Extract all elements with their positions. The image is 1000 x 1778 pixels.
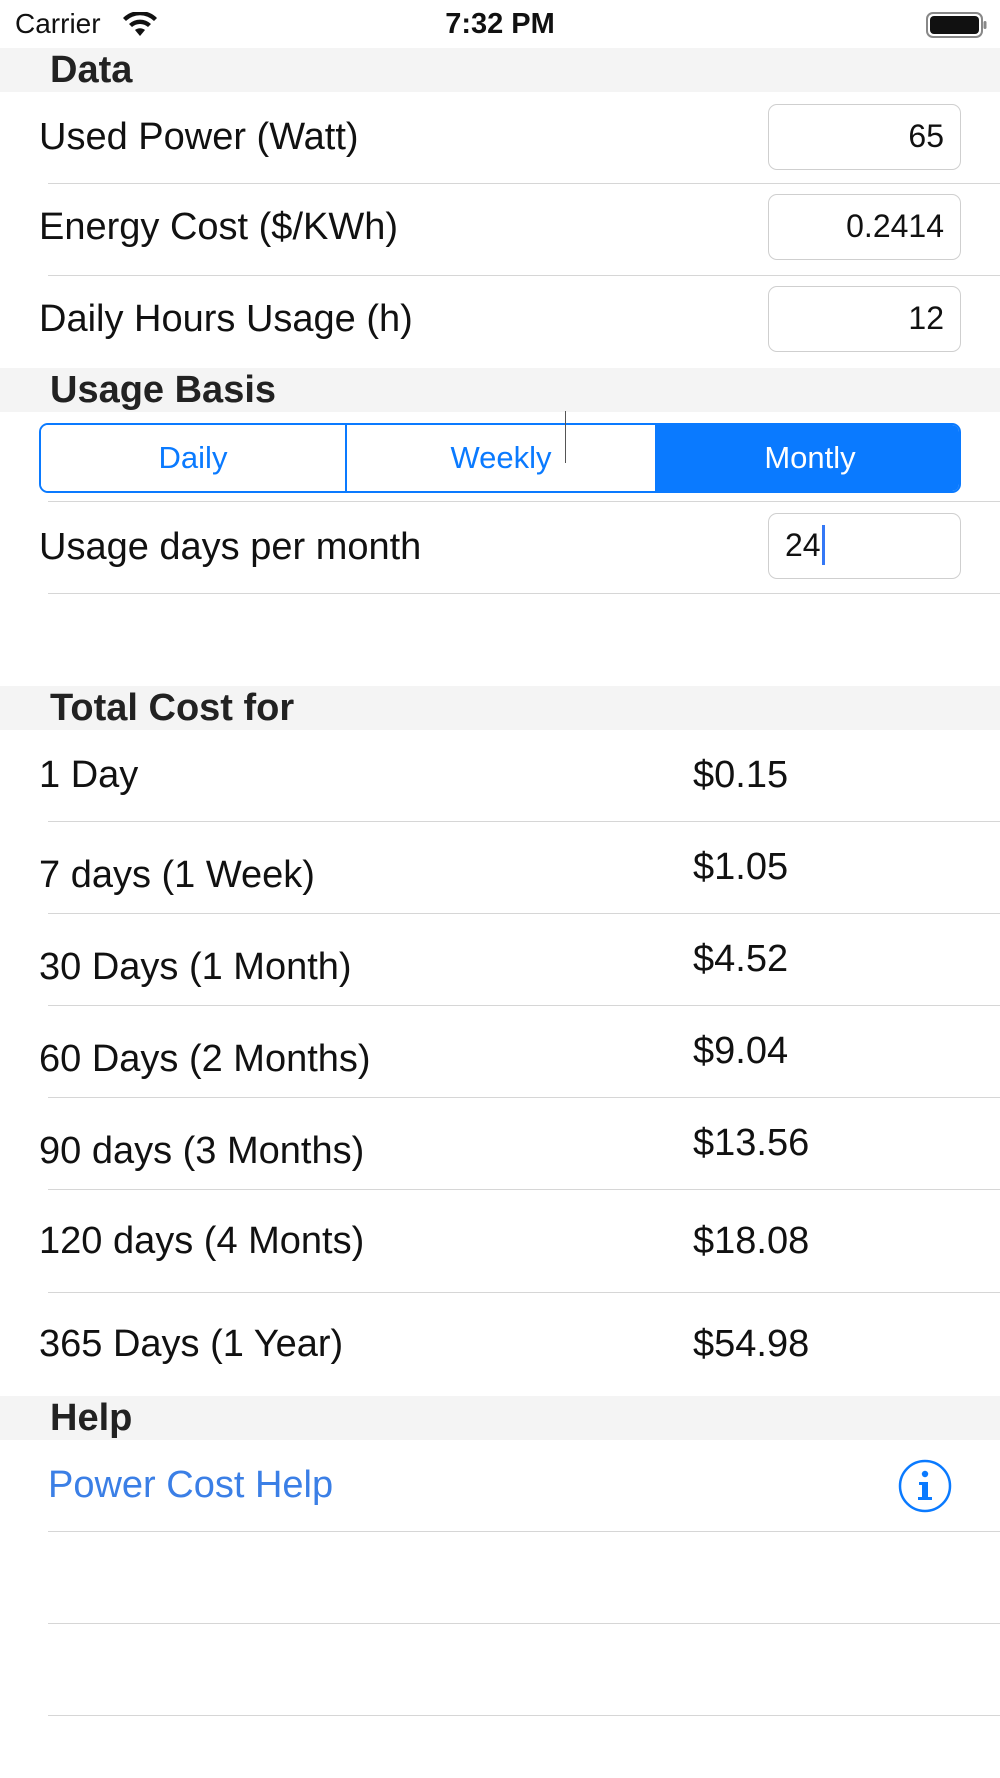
cost-value: $1.05 [693,846,789,888]
section-header-help: Help [0,1396,1000,1440]
section-header-total-cost: Total Cost for [0,686,1000,730]
cost-label: 30 Days (1 Month) [39,946,352,988]
cost-label: 60 Days (2 Months) [39,1038,371,1080]
segment-weekly[interactable]: Weekly [345,425,655,491]
section-title: Usage Basis [50,369,277,411]
cost-label: 90 days (3 Months) [39,1130,365,1172]
energy-cost-input[interactable]: 0.2414 [768,194,961,260]
daily-hours-row: Daily Hours Usage (h) 12 [0,276,1000,368]
usage-days-row: Usage days per month 24 [0,502,1000,594]
daily-hours-label: Daily Hours Usage (h) [39,298,413,340]
segment-daily[interactable]: Daily [41,425,345,491]
used-power-row: Used Power (Watt) 65 [0,92,1000,184]
used-power-label: Used Power (Watt) [39,116,359,158]
energy-cost-row: Energy Cost ($/KWh) 0.2414 [0,184,1000,276]
cost-value: $9.04 [693,1030,789,1072]
energy-cost-label: Energy Cost ($/KWh) [39,206,398,248]
cost-row: 7 days (1 Week) $1.05 [0,822,1000,913]
usage-days-label: Usage days per month [39,526,422,568]
section-header-data: Data [0,48,1000,92]
cost-label: 7 days (1 Week) [39,854,315,896]
usage-basis-segmented-control: Daily Weekly Montly [39,423,961,493]
cost-value: $54.98 [693,1323,810,1365]
clock: 7:32 PM [445,8,555,40]
cost-row: 1 Day $0.15 [0,730,1000,821]
text-caret [821,524,825,565]
cost-row: 365 Days (1 Year) $54.98 [0,1293,1000,1396]
cost-value: $13.56 [693,1122,810,1164]
cost-label: 120 days (4 Monts) [39,1220,365,1262]
battery-icon [926,12,987,38]
info-icon[interactable] [898,1459,952,1513]
cost-value: $18.08 [693,1220,810,1262]
cost-row: 30 Days (1 Month) $4.52 [0,914,1000,1005]
power-cost-help-link[interactable]: Power Cost Help [48,1464,333,1507]
cost-label: 1 Day [39,754,139,796]
used-power-input[interactable]: 65 [768,104,961,170]
section-header-usage-basis: Usage Basis [0,368,1000,412]
separator [48,1715,1000,1716]
usage-days-value: 24 [785,527,821,563]
touch-cursor [565,411,566,463]
status-bar: Carrier 7:32 PM [0,0,1000,48]
cost-label: 365 Days (1 Year) [39,1323,344,1365]
section-title: Data [50,49,133,91]
daily-hours-input[interactable]: 12 [768,286,961,352]
cost-value: $4.52 [693,938,789,980]
cost-value: $0.15 [693,754,789,796]
separator [48,1531,1000,1532]
cost-row: 60 Days (2 Months) $9.04 [0,1006,1000,1097]
cost-row: 120 days (4 Monts) $18.08 [0,1190,1000,1292]
section-title: Total Cost for [50,687,295,729]
cost-row: 90 days (3 Months) $13.56 [0,1098,1000,1189]
separator [48,1623,1000,1624]
usage-days-input[interactable]: 24 [768,513,961,579]
section-title: Help [50,1397,133,1439]
segment-montly[interactable]: Montly [655,425,959,491]
separator [48,593,1000,594]
help-row[interactable]: Power Cost Help [0,1440,1000,1531]
